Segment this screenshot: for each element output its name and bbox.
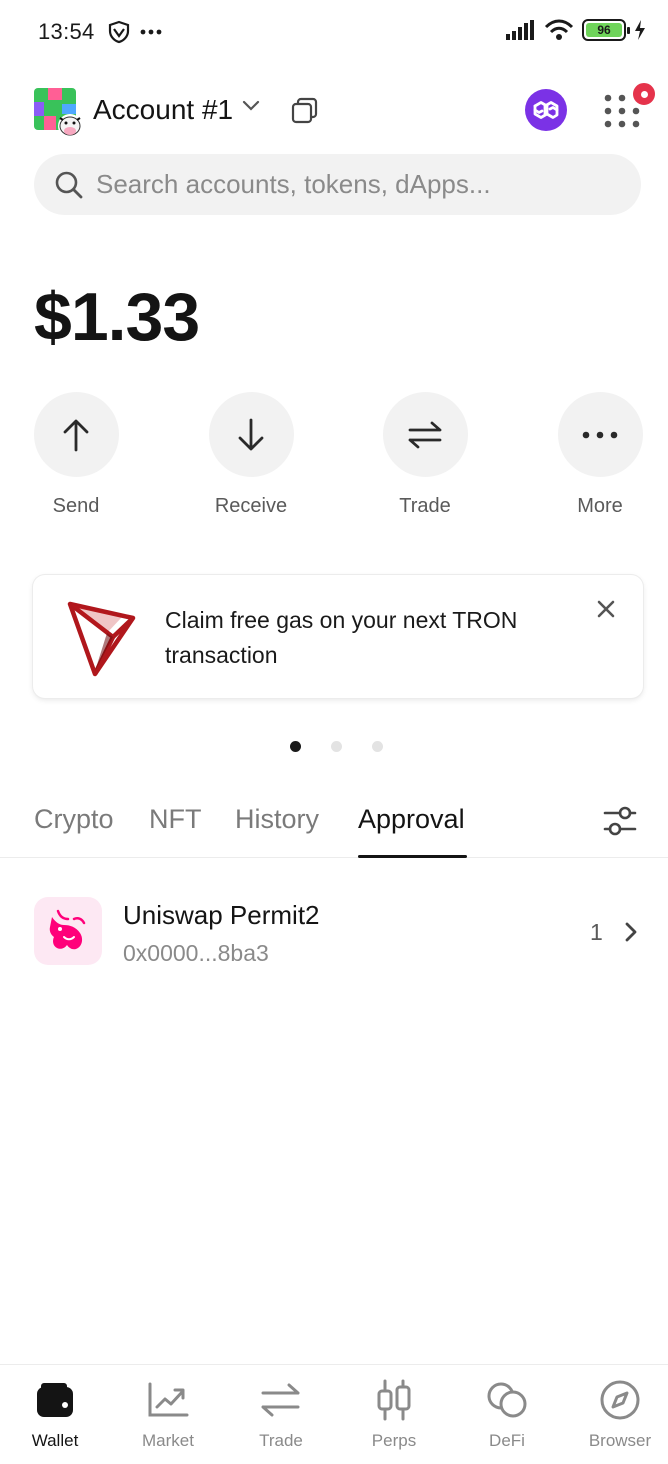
- avatar[interactable]: [34, 88, 84, 138]
- wallet-icon: [37, 1383, 73, 1417]
- notification-badge: [630, 80, 658, 108]
- total-balance: $1.33: [34, 279, 200, 355]
- approval-address: 0x0000...8ba3: [123, 940, 269, 966]
- arrow-down-icon: [238, 418, 264, 450]
- carousel-dot[interactable]: [372, 741, 383, 752]
- account-name[interactable]: Account #1: [93, 94, 233, 126]
- more-icon: [582, 431, 618, 438]
- filter-settings-icon[interactable]: [602, 803, 638, 839]
- nav-trade[interactable]: Trade: [226, 1377, 336, 1451]
- more-circle[interactable]: [557, 392, 643, 477]
- tab-approval[interactable]: Approval: [358, 804, 465, 835]
- nav-label: Wallet: [31, 1431, 79, 1450]
- banner-text: Claim free gas on your next TRON transac…: [165, 607, 518, 668]
- battery-indicator: 96: [582, 19, 630, 41]
- status-right-icons: 96: [506, 19, 646, 41]
- chevron-down-icon[interactable]: [242, 100, 260, 112]
- status-left-icons: [108, 20, 162, 44]
- nav-perps[interactable]: Perps: [339, 1377, 449, 1451]
- defi-icon: [487, 1382, 527, 1418]
- receive-label: Receive: [214, 495, 288, 517]
- search-icon: [55, 171, 83, 199]
- send-button[interactable]: Send: [16, 392, 136, 518]
- battery-level: 96: [586, 23, 622, 37]
- tron-logo: [67, 601, 136, 677]
- approval-count: 1: [590, 919, 603, 945]
- arrow-up-icon: [63, 419, 89, 451]
- search-bar[interactable]: [34, 154, 641, 215]
- tab-nft[interactable]: NFT: [149, 804, 201, 835]
- more-status-icon: [140, 29, 162, 35]
- send-label: Send: [52, 495, 100, 517]
- carousel-dot-active[interactable]: [290, 741, 301, 752]
- receive-button[interactable]: Receive: [191, 392, 311, 518]
- close-icon[interactable]: [596, 599, 616, 619]
- vpn-shield-icon: [108, 20, 130, 44]
- trade-circle[interactable]: [382, 392, 468, 477]
- swap-icon: [408, 421, 442, 448]
- asset-tabs: Crypto NFT History Approval: [0, 796, 668, 858]
- approval-name: Uniswap Permit2: [123, 900, 320, 930]
- uniswap-icon: [34, 897, 102, 965]
- more-label: More: [577, 495, 623, 517]
- chevron-right-icon[interactable]: [624, 921, 638, 943]
- candlestick-icon: [377, 1379, 411, 1421]
- account-header: Account #1: [0, 86, 668, 138]
- nav-label: Market: [142, 1431, 194, 1450]
- active-tab-indicator: [358, 855, 467, 858]
- search-input[interactable]: [96, 154, 616, 215]
- copy-address-icon[interactable]: [290, 96, 320, 126]
- nav-label: Trade: [259, 1431, 303, 1450]
- tab-history[interactable]: History: [235, 804, 319, 835]
- trade-button[interactable]: Trade: [365, 392, 485, 518]
- tab-crypto[interactable]: Crypto: [34, 804, 114, 835]
- nav-market[interactable]: Market: [113, 1377, 223, 1451]
- send-circle[interactable]: [33, 392, 119, 477]
- nav-label: Perps: [371, 1431, 417, 1450]
- signal-icon: [506, 20, 534, 40]
- nav-defi[interactable]: DeFi: [452, 1377, 562, 1451]
- nav-wallet[interactable]: Wallet: [0, 1377, 110, 1451]
- compass-icon: [600, 1380, 640, 1420]
- status-bar: 13:54 96: [0, 0, 668, 66]
- carousel-dot[interactable]: [331, 741, 342, 752]
- approval-row[interactable]: Uniswap Permit2 0x0000...8ba3 1: [0, 886, 668, 978]
- nav-browser[interactable]: Browser: [565, 1377, 668, 1451]
- more-button[interactable]: More: [540, 392, 660, 518]
- nav-label: DeFi: [489, 1431, 525, 1450]
- receive-circle[interactable]: [208, 392, 294, 477]
- wifi-icon: [544, 19, 574, 40]
- polygon-icon: [533, 101, 559, 119]
- network-polygon-button[interactable]: [525, 89, 567, 131]
- carousel-indicator: [290, 741, 383, 752]
- status-time: 13:54: [38, 19, 95, 44]
- trade-icon: [261, 1383, 300, 1417]
- nav-label: Browser: [588, 1431, 652, 1450]
- market-chart-icon: [148, 1382, 189, 1417]
- bottom-navigation: Wallet Market Trade Perps DeFi Browser: [0, 1364, 668, 1464]
- trade-label: Trade: [399, 495, 451, 517]
- charging-icon: [635, 20, 645, 40]
- promo-banner[interactable]: Claim free gas on your next TRON transac…: [33, 575, 643, 698]
